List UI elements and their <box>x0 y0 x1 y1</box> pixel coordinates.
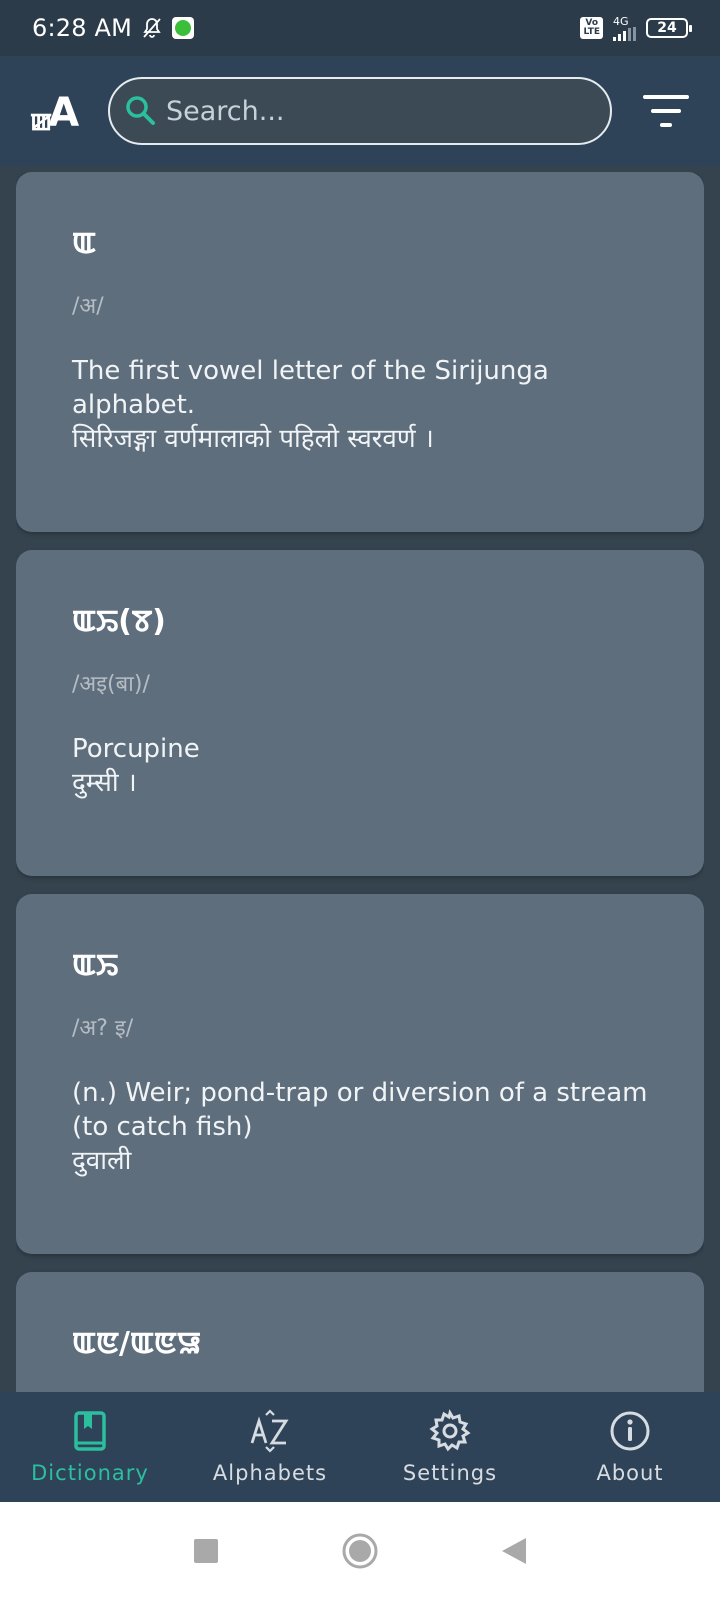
search-icon <box>126 96 155 125</box>
entry-meaning-nepali: दुवाली <box>72 1146 132 1176</box>
status-time: 6:28 AM <box>32 14 133 42</box>
signal-icon: 4G <box>613 16 636 41</box>
entry-meaning-english: (n.) Weir; pond-trap or diversion of a s… <box>72 1078 648 1142</box>
nav-label-settings: Settings <box>402 1461 498 1485</box>
nav-label-about: About <box>596 1461 664 1485</box>
list-item[interactable]: ꯑꯢ(ꯕ) /अइ(बा)/ Porcupine दुम्सी । <box>16 550 704 876</box>
az-sort-icon <box>250 1409 289 1453</box>
home-button[interactable] <box>338 1529 382 1573</box>
recent-apps-button[interactable] <box>184 1529 228 1573</box>
status-bar: 6:28 AM Vo LTE 4G 24 <box>0 0 720 56</box>
entry-meaning-nepali: सिरिजङ्गा वर्णमालाको पहिलो स्वरवर्ण । <box>72 424 434 454</box>
nav-item-alphabets[interactable]: Alphabets <box>180 1392 360 1502</box>
app-logo: ꯀ A <box>30 90 80 136</box>
battery-icon: 24 <box>646 18 692 38</box>
dictionary-list[interactable]: ꯑ /अ/ The first vowel letter of the Siri… <box>16 172 704 1392</box>
nav-item-dictionary[interactable]: Dictionary <box>0 1392 180 1502</box>
system-navigation-bar <box>0 1502 720 1600</box>
search-input[interactable]: Search... <box>108 77 612 145</box>
search-placeholder: Search... <box>166 95 285 127</box>
circle-icon <box>342 1533 378 1569</box>
book-icon <box>74 1411 106 1451</box>
entry-word: ꯑꯢ <box>72 948 119 983</box>
entry-pronunciation: /अ? इ/ <box>72 1016 134 1041</box>
entry-meaning-english: The first vowel letter of the Sirijunga … <box>72 356 549 420</box>
entry-meaning-nepali: दुम्सी । <box>72 768 137 798</box>
app-notification-icon <box>172 17 195 39</box>
list-item[interactable]: ꯑꯟ/ꯑꯟꯎ <box>16 1272 704 1392</box>
back-button[interactable] <box>492 1529 536 1573</box>
entry-word: ꯑ <box>72 226 96 261</box>
list-item[interactable]: ꯑ /अ/ The first vowel letter of the Siri… <box>16 172 704 532</box>
nav-item-about[interactable]: About <box>540 1392 720 1502</box>
entry-pronunciation: /अइ(बा)/ <box>72 672 150 697</box>
nav-label-dictionary: Dictionary <box>31 1461 149 1485</box>
network-type: 4G <box>613 14 629 28</box>
nav-item-settings[interactable]: Settings <box>360 1392 540 1502</box>
entry-word: ꯑꯟ/ꯑꯟꯎ <box>72 1326 202 1361</box>
triangle-back-icon <box>502 1538 526 1564</box>
app-header: ꯀ A Search... <box>0 56 720 166</box>
entry-word: ꯑꯢ(ꯕ) <box>72 604 166 639</box>
nav-label-alphabets: Alphabets <box>212 1461 328 1485</box>
square-icon <box>194 1539 218 1563</box>
list-item[interactable]: ꯑꯢ /अ? इ/ (n.) Weir; pond-trap or divers… <box>16 894 704 1254</box>
bell-off-icon <box>143 18 161 38</box>
volte-icon: Vo LTE <box>580 17 603 39</box>
bottom-navigation: Dictionary Alphabets Settings About <box>0 1392 720 1502</box>
filter-button[interactable] <box>642 93 690 129</box>
info-icon <box>610 1411 650 1451</box>
battery-level: 24 <box>657 20 677 36</box>
gear-icon <box>429 1409 471 1452</box>
entry-meaning-english: Porcupine <box>72 734 200 764</box>
app-screen: 6:28 AM Vo LTE 4G 24 ꯀ A Search... ꯑ /अ/… <box>0 0 720 1600</box>
entry-pronunciation: /अ/ <box>72 294 104 319</box>
